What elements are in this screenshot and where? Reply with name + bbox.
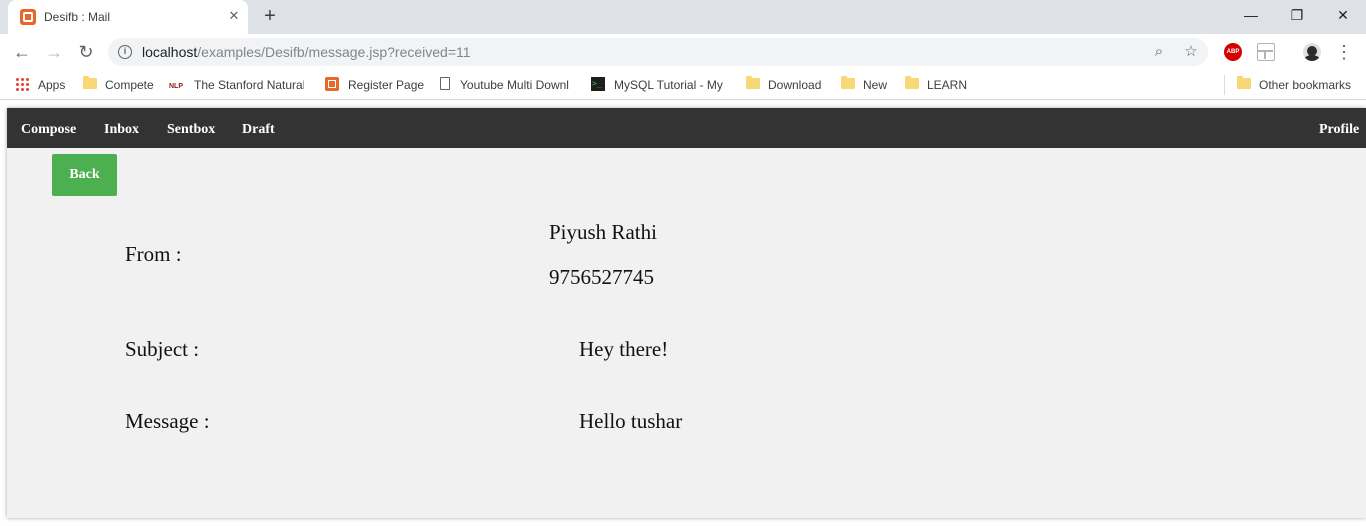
bookmark-learn[interactable]: LEARN — [927, 76, 967, 94]
apps-grid-icon — [15, 77, 29, 91]
folder-icon — [83, 76, 97, 89]
browser-menu-icon[interactable]: ⋮ — [1334, 40, 1354, 64]
browser-tab[interactable]: Desifb : Mail ✕ — [8, 0, 248, 34]
back-arrow-icon[interactable]: ← — [10, 40, 34, 64]
tab-title: Desifb : Mail — [44, 10, 111, 24]
bookmark-mysql-tutorial[interactable]: MySQL Tutorial - My — [614, 76, 726, 94]
page-icon — [440, 77, 450, 90]
sender-phone: 9756527745 — [549, 265, 654, 289]
bookmarks-divider — [1224, 75, 1225, 95]
from-label: From : — [125, 242, 182, 266]
bookmark-youtube-downloader[interactable]: Youtube Multi Downl — [460, 76, 572, 94]
adblock-plus-icon[interactable]: ABP — [1224, 43, 1242, 61]
folder-icon — [746, 76, 760, 89]
nav-compose[interactable]: Compose — [21, 108, 76, 148]
bookmark-compete[interactable]: Compete — [105, 76, 154, 94]
message-body: Hello tushar — [579, 409, 683, 433]
terminal-icon — [591, 77, 605, 91]
mail-container: Compose Inbox Sentbox Draft Profile Back… — [7, 108, 1366, 518]
folder-icon — [905, 76, 919, 89]
message-label: Message : — [125, 409, 210, 433]
xampp-icon — [325, 77, 339, 91]
new-tab-button[interactable]: + — [260, 6, 280, 26]
address-bar[interactable]: i localhost/examples/Desifb/message.jsp?… — [108, 38, 1208, 66]
nav-inbox[interactable]: Inbox — [104, 108, 139, 148]
tab-strip: Desifb : Mail ✕ + — ❐ ✕ — [0, 0, 1366, 34]
bookmark-stanford-nlp[interactable]: The Stanford Natural — [194, 76, 304, 94]
bookmarks-bar: Apps Compete NLP The Stanford Natural Re… — [0, 70, 1366, 100]
other-bookmarks[interactable]: Other bookmarks — [1259, 76, 1351, 94]
top-navbar: Compose Inbox Sentbox Draft Profile — [7, 108, 1366, 148]
nav-profile[interactable]: Profile — [1319, 108, 1359, 148]
restore-window-button[interactable]: ❐ — [1274, 0, 1320, 30]
folder-icon — [1237, 76, 1251, 89]
nav-sentbox[interactable]: Sentbox — [167, 108, 215, 148]
zoom-icon[interactable]: ⌕ — [1150, 43, 1168, 61]
tab-close-icon[interactable]: ✕ — [226, 8, 242, 24]
bookmark-new[interactable]: New — [863, 76, 887, 94]
bookmark-register-page[interactable]: Register Page — [348, 76, 424, 94]
browser-toolbar: ← → ↻ i localhost/examples/Desifb/messag… — [0, 34, 1366, 70]
site-info-icon[interactable]: i — [118, 45, 132, 59]
bookmark-apps[interactable]: Apps — [38, 76, 65, 94]
forward-arrow-icon[interactable]: → — [42, 40, 66, 64]
sender-name: Piyush Rathi — [549, 220, 657, 244]
close-window-button[interactable]: ✕ — [1320, 0, 1366, 30]
reload-icon[interactable]: ↻ — [74, 40, 98, 64]
minimize-window-button[interactable]: — — [1228, 0, 1274, 30]
extension-layout-icon[interactable] — [1257, 43, 1275, 61]
url-text[interactable]: localhost/examples/Desifb/message.jsp?re… — [142, 44, 471, 60]
profile-avatar-icon[interactable] — [1303, 43, 1321, 61]
subject-label: Subject : — [125, 337, 200, 361]
folder-icon — [841, 76, 855, 89]
page-viewport: Compose Inbox Sentbox Draft Profile Back… — [0, 100, 1366, 526]
bookmark-star-icon[interactable]: ☆ — [1182, 43, 1200, 61]
back-button[interactable]: Back — [52, 154, 117, 196]
subject-value: Hey there! — [579, 337, 669, 361]
nav-draft[interactable]: Draft — [242, 108, 275, 148]
nlp-icon: NLP — [169, 83, 183, 90]
bookmark-download[interactable]: Download — [768, 76, 821, 94]
xampp-favicon-icon — [20, 9, 36, 25]
